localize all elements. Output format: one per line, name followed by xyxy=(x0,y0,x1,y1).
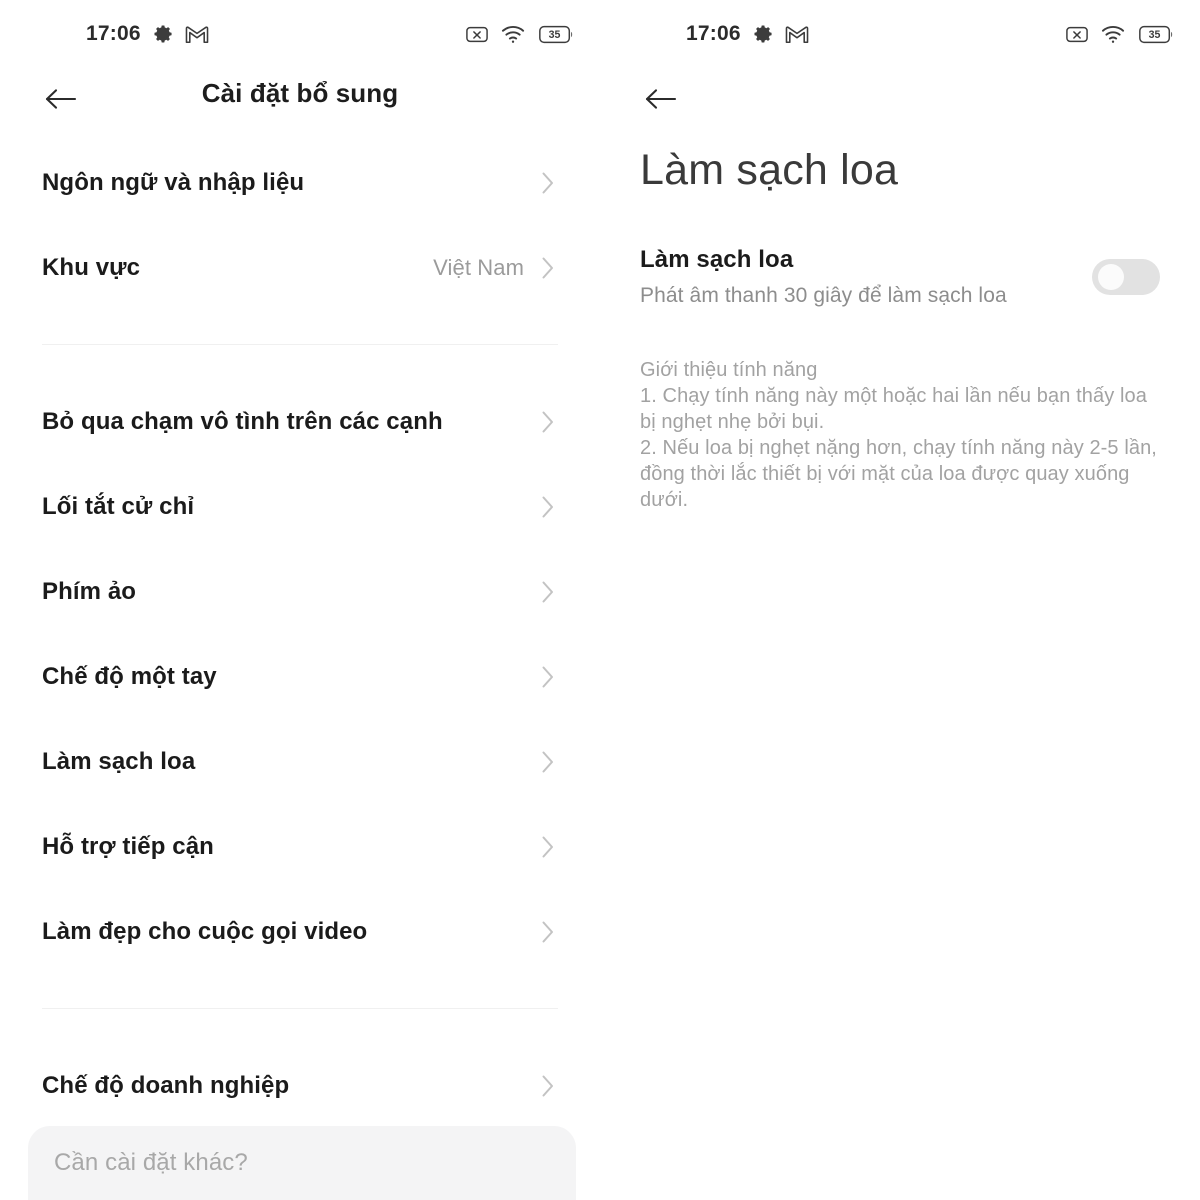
list-item-lam-sach-loa[interactable]: Làm sạch loa xyxy=(0,719,600,804)
status-bar-right-cluster: 35 xyxy=(1066,24,1174,44)
list-item-label: Bỏ qua chạm vô tình trên các cạnh xyxy=(42,407,443,435)
svg-text:35: 35 xyxy=(549,29,561,41)
battery-icon: 35 xyxy=(1139,25,1174,44)
gear-icon xyxy=(752,23,774,45)
nav-bar-left: Cài đặt bổ sung xyxy=(0,76,600,124)
screen-clean-speaker: 17:06 35 Làm sạch loa Làm sạch loa Phát … xyxy=(600,0,1200,1200)
list-item-label: Ngôn ngữ và nhập liệu xyxy=(42,168,305,196)
list-item-value: Việt Nam xyxy=(433,254,524,280)
no-sim-icon xyxy=(1066,26,1088,43)
gmail-icon xyxy=(785,25,809,44)
chevron-right-icon xyxy=(538,748,558,776)
chevron-right-icon xyxy=(538,578,558,606)
gmail-icon xyxy=(185,25,209,44)
chevron-right-icon xyxy=(538,918,558,946)
back-arrow-icon[interactable] xyxy=(638,76,684,122)
chevron-right-icon xyxy=(538,254,558,282)
status-bar-right: 17:06 35 xyxy=(600,0,1200,68)
toggle-title: Làm sạch loa xyxy=(640,246,794,273)
list-item-che-do-mot-tay[interactable]: Chế độ một tay xyxy=(0,634,600,719)
chevron-right-icon xyxy=(538,833,558,861)
list-item-label: Làm sạch loa xyxy=(42,747,196,775)
search-input[interactable]: Cần cài đặt khác? xyxy=(28,1126,576,1200)
toggle-subtitle: Phát âm thanh 30 giây để làm sạch loa xyxy=(640,284,1007,307)
list-item-label: Khu vực xyxy=(42,253,141,281)
search-placeholder: Cần cài đặt khác? xyxy=(54,1149,248,1176)
clean-speaker-toggle-row[interactable]: Làm sạch loa Phát âm thanh 30 giây để là… xyxy=(640,246,1160,308)
wifi-icon xyxy=(501,24,526,44)
description-heading: Giới thiệu tính năng xyxy=(640,359,818,381)
gear-icon xyxy=(152,23,174,45)
status-bar-left: 17:06 35 xyxy=(0,0,600,68)
chevron-right-icon xyxy=(538,663,558,691)
list-item-khu-vuc[interactable]: Khu vực Việt Nam xyxy=(0,225,600,310)
description-line: 2. Nếu loa bị nghẹt nặng hơn, chạy tính … xyxy=(640,437,1157,511)
description-line: 1. Chạy tính năng này một hoặc hai lần n… xyxy=(640,385,1147,433)
svg-text:35: 35 xyxy=(1149,29,1161,41)
detail-page-title: Làm sạch loa xyxy=(640,146,899,194)
list-item-label: Chế độ doanh nghiệp xyxy=(42,1071,290,1099)
status-time: 17:06 xyxy=(86,22,141,45)
dual-screenshot-container: 17:06 35 Cài đặt bổ sung Ngôn ngữ và nhậ… xyxy=(0,0,1200,1200)
wifi-icon xyxy=(1101,24,1126,44)
status-bar-right-cluster: 35 xyxy=(466,24,574,44)
feature-description: Giới thiệu tính năng 1. Chạy tính năng n… xyxy=(640,357,1164,513)
list-item-lam-dep-cho-cuoc-goi-video[interactable]: Làm đẹp cho cuộc gọi video xyxy=(0,889,600,974)
chevron-right-icon xyxy=(538,408,558,436)
battery-icon: 35 xyxy=(539,25,574,44)
clean-speaker-switch[interactable] xyxy=(1092,259,1160,295)
settings-list: Ngôn ngữ và nhập liệu Khu vực Việt Nam B… xyxy=(0,140,600,1128)
switch-knob xyxy=(1098,264,1124,290)
chevron-right-icon xyxy=(538,169,558,197)
status-bar-left-cluster: 17:06 xyxy=(686,22,809,46)
list-item-ngon-ngu-va-nhap-lieu[interactable]: Ngôn ngữ và nhập liệu xyxy=(0,140,600,225)
status-time: 17:06 xyxy=(686,22,741,45)
screen-additional-settings: 17:06 35 Cài đặt bổ sung Ngôn ngữ và nhậ… xyxy=(0,0,600,1200)
page-title: Cài đặt bổ sung xyxy=(201,78,399,108)
list-item-phim-ao[interactable]: Phím ảo xyxy=(0,549,600,634)
list-item-loi-tat-cu-chi[interactable]: Lối tắt cử chỉ xyxy=(0,464,600,549)
chevron-right-icon xyxy=(538,493,558,521)
list-item-ho-tro-tiep-can[interactable]: Hỗ trợ tiếp cận xyxy=(0,804,600,889)
list-item-label: Hỗ trợ tiếp cận xyxy=(42,832,214,860)
list-item-label: Chế độ một tay xyxy=(42,662,217,690)
chevron-right-icon xyxy=(538,1072,558,1100)
nav-bar-right xyxy=(600,76,1200,124)
list-item-label: Phím ảo xyxy=(42,577,137,605)
list-item-label: Làm đẹp cho cuộc gọi video xyxy=(42,917,368,945)
no-sim-icon xyxy=(466,26,488,43)
list-item-bo-qua-cham-vo-tinh[interactable]: Bỏ qua chạm vô tình trên các cạnh xyxy=(0,379,600,464)
list-item-label: Lối tắt cử chỉ xyxy=(42,492,195,520)
toggle-text-group: Làm sạch loa Phát âm thanh 30 giây để là… xyxy=(640,246,1092,308)
status-bar-left-cluster: 17:06 xyxy=(86,22,209,46)
list-item-che-do-doanh-nghiep[interactable]: Chế độ doanh nghiệp xyxy=(0,1043,600,1128)
